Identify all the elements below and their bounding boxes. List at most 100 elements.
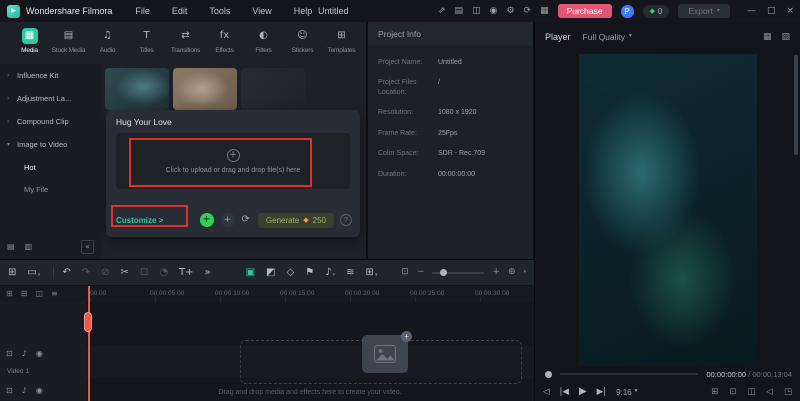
add-button[interactable]: + <box>221 213 235 227</box>
select-tool-icon[interactable]: ▭ ▾ <box>27 267 40 278</box>
media-manager-icon[interactable]: ⊞ <box>8 267 16 278</box>
track-hide-icon[interactable]: ◉ <box>36 350 43 358</box>
audio-mixer-icon[interactable]: ≋ <box>346 267 354 278</box>
tab-effects[interactable]: fx Effects <box>205 22 244 64</box>
tab-media[interactable]: ▦ Media <box>10 22 49 64</box>
grid-overlay-icon[interactable]: ⊞ <box>711 388 718 397</box>
zoom-slider-thumb[interactable] <box>440 269 447 276</box>
add-media-icon[interactable]: + <box>401 331 412 342</box>
customize-link[interactable]: Customize > <box>116 216 163 225</box>
sidebar-subitem-my-file[interactable]: My File <box>0 178 101 200</box>
media-thumbnail[interactable] <box>173 68 237 110</box>
more-tools-icon[interactable]: » <box>205 267 211 278</box>
track2-mute-icon[interactable]: ♪ <box>22 387 27 395</box>
help-button[interactable]: ? <box>340 214 352 226</box>
add-track-icon[interactable]: ⊞ <box>6 290 13 298</box>
menu-item-view[interactable]: View <box>241 6 282 16</box>
sidebar-subitem-hot[interactable]: Hot <box>0 156 101 178</box>
menu-item-tools[interactable]: Tools <box>198 6 241 16</box>
scrub-track[interactable] <box>560 373 698 375</box>
tab-audio[interactable]: ♫ Audio <box>88 22 127 64</box>
tab-titles[interactable]: T Titles <box>127 22 166 64</box>
prev-frame-icon[interactable]: |◀ <box>560 388 569 397</box>
quality-dropdown[interactable]: Full Quality ▾ <box>583 32 632 42</box>
layout-icon[interactable]: ▤ <box>455 7 464 16</box>
workspace-icon[interactable]: ▦ <box>540 7 549 16</box>
delete-icon[interactable]: ⊘ <box>101 267 109 278</box>
upload-dropzone[interactable]: + Click to upload or drag and drop file(… <box>116 133 350 189</box>
track-mute-icon[interactable]: ♪ <box>22 350 27 358</box>
mute-icon[interactable]: ◁ <box>766 388 773 397</box>
purchase-button[interactable]: Purchase <box>558 4 612 18</box>
track-lock-icon[interactable]: ⊡ <box>6 350 13 358</box>
time-ruler[interactable]: 00:00 00:00:05:00 00:00:10:00 00:00:15:0… <box>86 286 534 302</box>
zoom-slider[interactable] <box>432 272 484 274</box>
speed-icon[interactable]: ◔ <box>159 267 168 278</box>
add-green-button[interactable]: + <box>200 213 214 227</box>
refresh-icon[interactable]: ⟳ <box>242 215 250 225</box>
media-thumbnail[interactable] <box>105 68 169 110</box>
fullscreen-icon[interactable]: ◳ <box>784 388 792 397</box>
voiceover-icon[interactable]: ♪ ▾ <box>325 267 335 278</box>
media-panel: ▦ Media ▤ Stock Media ♫ Audio T Titles ⇄… <box>0 22 366 259</box>
auto-ripple-icon[interactable]: ⊞ ▾ <box>366 267 378 278</box>
zoom-out-icon[interactable]: − <box>417 268 425 277</box>
crop-icon[interactable]: ⊡ <box>140 267 148 278</box>
tab-filters[interactable]: ◐ Filters <box>244 22 283 64</box>
sidebar-item-compound-clip[interactable]: › Compound Clip <box>0 110 101 133</box>
grid-view-icon[interactable]: ▦ <box>763 33 772 42</box>
credits-pill[interactable]: ◆ 0 <box>643 5 670 18</box>
sidebar-item-adjustment-layer[interactable]: › Adjustment La... <box>0 87 101 110</box>
fit-timeline-icon[interactable]: ⊡ <box>401 268 409 277</box>
folder-icon[interactable]: ▤ <box>7 243 15 251</box>
maximize-icon[interactable]: □ <box>767 7 776 16</box>
player-scrollbar[interactable] <box>794 55 798 155</box>
marker-icon[interactable]: ⚑ <box>305 267 314 278</box>
split-icon[interactable]: ✂ <box>121 267 129 278</box>
track2-hide-icon[interactable]: ◉ <box>36 387 43 395</box>
smart-cutout-icon[interactable]: ▣ <box>246 267 255 278</box>
split-view-icon[interactable]: ◫ <box>747 388 755 397</box>
track2-lock-icon[interactable]: ⊡ <box>6 387 13 395</box>
playhead-handle[interactable] <box>84 312 92 332</box>
minimize-icon[interactable]: — <box>747 7 756 16</box>
sidebar-item-image-to-video[interactable]: ▾ Image to Video <box>0 133 101 156</box>
profile-badge[interactable]: P <box>621 5 634 18</box>
sidebar-item-influence-kit[interactable]: › Influence Kit <box>0 64 101 87</box>
keyframe-icon[interactable]: ◇ <box>287 267 295 278</box>
scrub-handle[interactable] <box>545 371 552 378</box>
capture-icon[interactable]: ◫ <box>472 7 481 16</box>
tab-stickers[interactable]: ☺ Stickers <box>283 22 322 64</box>
snapshot-icon[interactable]: ⊡ <box>729 388 736 397</box>
play-button[interactable]: ▶ <box>579 387 587 397</box>
redo-icon[interactable]: ↷ <box>82 267 90 278</box>
tab-templates[interactable]: ⊞ Templates <box>322 22 361 64</box>
mask-icon[interactable]: ◩ <box>266 267 275 278</box>
settings-icon[interactable]: ⚙ <box>506 7 514 16</box>
record-icon[interactable]: ◉ <box>490 7 498 16</box>
remove-track-icon[interactable]: ⊟ <box>21 290 28 298</box>
menu-item-edit[interactable]: Edit <box>161 6 199 16</box>
media-placeholder[interactable]: + <box>362 335 408 373</box>
track-options-icon[interactable]: ◫ <box>35 290 43 298</box>
export-button[interactable]: Export ▾ <box>678 4 730 18</box>
aspect-ratio-dropdown[interactable]: 9:16 ▾ <box>616 388 637 397</box>
close-icon[interactable]: × <box>786 7 794 16</box>
generate-button[interactable]: Generate ◆ 250 <box>258 213 334 228</box>
tab-stock-media[interactable]: ▤ Stock Media <box>49 22 88 64</box>
share-icon[interactable]: ⇗ <box>438 7 446 16</box>
menu-item-file[interactable]: File <box>124 6 161 16</box>
track-size-icon[interactable]: ≡ <box>51 290 58 298</box>
collapse-sidebar-button[interactable]: « <box>81 240 94 254</box>
tab-transitions[interactable]: ⇄ Transitions <box>166 22 205 64</box>
undo-icon[interactable]: ↶ <box>62 267 70 278</box>
adjust-view-icon[interactable]: ▨ <box>781 33 790 42</box>
media-thumbnail[interactable] <box>241 68 305 110</box>
sync-icon[interactable]: ⟳ <box>524 7 532 16</box>
add-text-icon[interactable]: T+ <box>179 267 194 278</box>
new-folder-icon[interactable]: ▥ <box>25 243 33 251</box>
next-frame-icon[interactable]: ▶| <box>597 388 606 397</box>
zoom-in-icon[interactable]: + <box>492 268 500 277</box>
volume-icon[interactable]: ◁ <box>543 388 550 397</box>
add-marker-icon[interactable]: ⊕ <box>508 268 516 277</box>
